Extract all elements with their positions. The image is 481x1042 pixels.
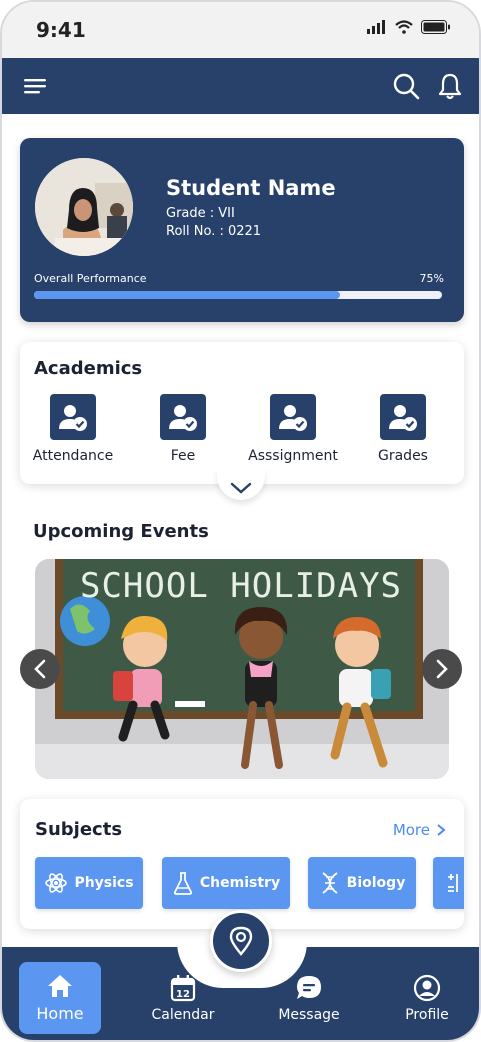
bell-icon xyxy=(438,73,462,100)
status-icons xyxy=(367,20,451,34)
nav-label: Message xyxy=(278,1006,340,1023)
academics-item-assignment[interactable]: Asssignment xyxy=(243,394,343,464)
top-app-bar xyxy=(2,58,479,114)
performance-bar xyxy=(34,291,442,299)
academics-item-attendance[interactable]: Attendance xyxy=(23,394,123,464)
search-icon xyxy=(393,73,420,100)
chevron-right-icon xyxy=(436,659,448,679)
student-name: Student Name xyxy=(166,176,336,200)
dna-icon xyxy=(322,872,338,894)
subject-label: Physics xyxy=(74,875,134,891)
signal-icon xyxy=(367,20,385,34)
student-roll-number: Roll No. : 0221 xyxy=(166,224,262,239)
home-icon xyxy=(48,975,72,997)
event-banner[interactable]: SCHOOL HOLIDAYS xyxy=(35,559,449,779)
profile-icon xyxy=(413,974,441,1001)
hamburger-icon xyxy=(24,79,46,94)
subject-chip-partial[interactable] xyxy=(433,857,464,909)
subject-label: Chemistry xyxy=(199,875,281,891)
academics-item-label: Fee xyxy=(170,448,196,464)
student-profile-card[interactable]: Student Name Grade : VII Roll No. : 0221… xyxy=(20,138,464,322)
chevron-down-icon xyxy=(230,482,252,494)
subject-label: Biology xyxy=(346,875,406,891)
academics-title: Academics xyxy=(34,358,143,379)
notifications-button[interactable] xyxy=(434,70,466,102)
nav-item-message[interactable]: Message xyxy=(268,962,350,1034)
message-icon xyxy=(297,975,321,999)
user-check-icon xyxy=(380,394,426,440)
performance-value: 75% xyxy=(419,272,444,285)
student-avatar xyxy=(35,158,133,256)
subject-chip-chemistry[interactable]: Chemistry xyxy=(162,857,290,909)
nav-label: Profile xyxy=(405,1006,449,1023)
academics-item-label: Grades xyxy=(378,448,428,464)
subjects-more-link[interactable]: More xyxy=(393,821,446,839)
nav-label: Calendar xyxy=(151,1006,215,1023)
wifi-icon xyxy=(395,20,413,34)
calendar-icon: 12 xyxy=(170,974,196,1001)
carousel-next-button[interactable] xyxy=(422,649,462,689)
subject-chip-biology[interactable]: Biology xyxy=(308,857,416,909)
academics-item-label: Asssignment xyxy=(248,448,338,464)
carousel-prev-button[interactable] xyxy=(20,649,60,689)
status-time: 9:41 xyxy=(36,18,86,42)
user-check-icon xyxy=(160,394,206,440)
flask-icon xyxy=(173,872,193,895)
banner-text: SCHOOL HOLIDAYS xyxy=(80,566,402,606)
nav-item-profile[interactable]: Profile xyxy=(386,962,468,1034)
nav-item-calendar[interactable]: 12 Calendar xyxy=(142,962,224,1034)
atom-icon xyxy=(45,873,68,893)
nav-label: Home xyxy=(36,1004,84,1023)
chevron-right-icon xyxy=(437,824,446,836)
search-button[interactable] xyxy=(390,70,422,102)
battery-icon xyxy=(421,20,450,34)
academics-item-fee[interactable]: Fee xyxy=(133,394,233,464)
phone-frame: 9:41 Student Name Grade: VII Roll No.:… xyxy=(0,0,481,1042)
status-bar: 9:41 xyxy=(2,2,479,58)
student-grade: Grade : VII xyxy=(166,206,235,221)
performance-bar-fill xyxy=(34,291,340,299)
user-check-icon xyxy=(270,394,316,440)
chevron-left-icon xyxy=(34,659,46,679)
upcoming-events-title: Upcoming Events xyxy=(33,521,209,542)
academics-card: Academics Attendance Fee Asssignment Gra… xyxy=(20,342,464,484)
nav-item-home[interactable]: Home xyxy=(19,962,101,1034)
academics-item-label: Attendance xyxy=(32,448,114,464)
performance-label: Overall Performance xyxy=(34,272,147,285)
more-label: More xyxy=(392,821,430,839)
subjects-title: Subjects xyxy=(35,819,123,840)
academics-item-grades[interactable]: Grades xyxy=(353,394,453,464)
menu-button[interactable] xyxy=(20,72,50,100)
calculator-icon xyxy=(448,874,458,892)
calendar-badge: 12 xyxy=(176,989,190,1000)
location-pin-icon xyxy=(229,926,253,956)
academics-expand-button[interactable] xyxy=(217,468,265,500)
subject-chip-physics[interactable]: Physics xyxy=(35,857,143,909)
user-check-icon xyxy=(50,394,96,440)
